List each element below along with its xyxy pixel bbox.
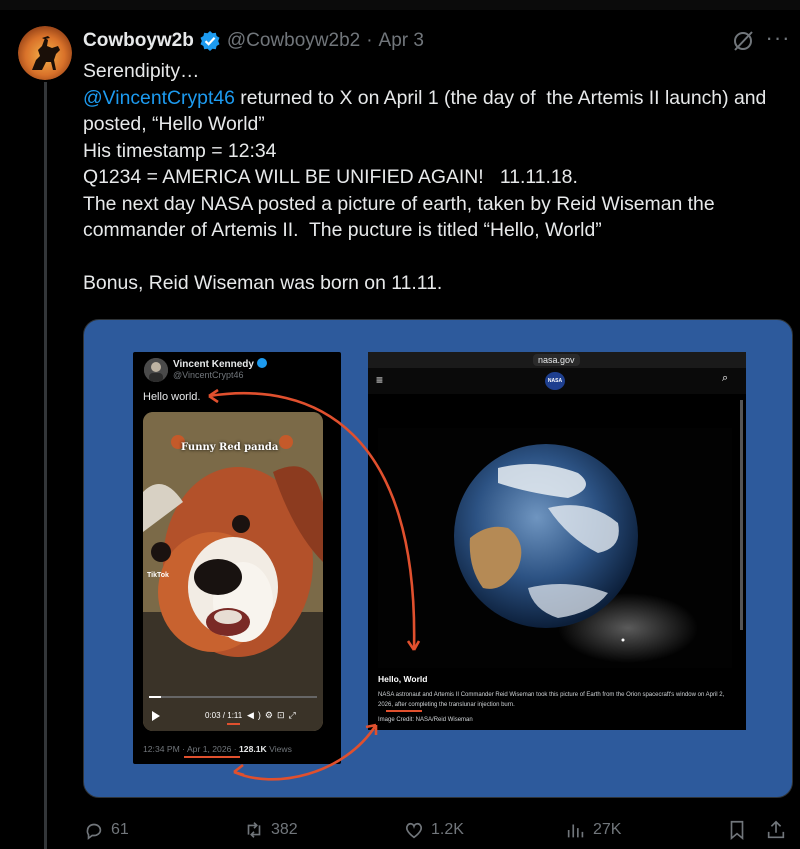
earth-photo	[378, 428, 732, 668]
tweet-text: Serendipity… @VincentCrypt46 returned to…	[83, 58, 788, 297]
text-line-4: Q1234 = AMERICA WILL BE UNIFIED AGAIN! 1…	[83, 166, 578, 188]
embedded-avatar	[144, 358, 168, 382]
repost-icon	[247, 822, 261, 838]
more-icon[interactable]: ···	[765, 27, 791, 53]
embedded-views-label: Views	[266, 744, 292, 754]
nasa-logo: NASA	[545, 372, 565, 390]
embedded-views-count: 128.1K	[239, 744, 267, 754]
underline-date-left	[184, 756, 240, 758]
video-time: 0:03 / 1:11	[205, 711, 243, 720]
grok-icon[interactable]	[731, 29, 755, 53]
bookmark-icon	[730, 820, 744, 841]
like-button[interactable]: 1.2K	[403, 817, 464, 843]
embedded-name-text: Vincent Kennedy	[173, 359, 254, 370]
tiktok-watermark: TikTok	[147, 572, 169, 579]
separator: ·	[366, 30, 373, 51]
tweet-date[interactable]: Apr 3	[379, 30, 424, 52]
avatar[interactable]	[18, 26, 72, 80]
embedded-verified-icon	[256, 358, 267, 368]
embedded-author-name: Vincent Kennedy	[173, 358, 267, 370]
nasa-image-description: NASA astronaut and Artemis II Commander …	[378, 692, 725, 708]
reply-button[interactable]: 61	[83, 817, 129, 843]
media-image[interactable]: Vincent Kennedy @VincentCrypt46 Hello wo…	[83, 319, 793, 798]
author-handle[interactable]: @Cowboyw2b2	[227, 30, 360, 52]
underline-duration	[227, 723, 240, 725]
red-panda-image	[143, 412, 323, 731]
embedded-tweet-screenshot: Vincent Kennedy @VincentCrypt46 Hello wo…	[133, 352, 341, 764]
tweet-page: Cowboyw2b @Cowboyw2b2 · Apr 3 ··· Serend…	[0, 0, 800, 849]
repost-button[interactable]: 382	[243, 817, 298, 843]
underline-date-right	[386, 710, 422, 712]
nasa-image-heading: Hello, World	[378, 674, 428, 684]
video-caption: Funny Red panda	[181, 442, 279, 453]
like-icon	[405, 822, 423, 839]
thread-line	[44, 82, 47, 849]
play-icon	[152, 711, 160, 721]
text-line-1: Serendipity…	[83, 60, 200, 82]
text-line-5: The next day NASA posted a picture of ea…	[83, 192, 721, 242]
bookmark-button[interactable]	[726, 817, 754, 843]
views-icon	[567, 824, 584, 838]
embedded-tweet-text: Hello world.	[143, 391, 201, 403]
author-name[interactable]: Cowboyw2b	[83, 30, 194, 52]
text-line-3: His timestamp = 12:34	[83, 139, 277, 162]
video-progress-fill	[149, 696, 161, 698]
search-icon: ⌕	[722, 372, 729, 384]
red-panda-video: Funny Red panda TikTok 0:03 / 1:11 ◀)⚙⊡⤢	[143, 412, 323, 731]
nasa-page-screenshot: nasa.gov ≡ NASA ⌕ Hello, World NASA astr…	[368, 352, 746, 730]
verified-badge-icon	[199, 30, 221, 52]
tweet-header: Cowboyw2b @Cowboyw2b2 · Apr 3	[83, 28, 424, 54]
tweet-actions: 61 382 1.2K 27K	[83, 817, 795, 843]
repost-count: 382	[271, 821, 298, 838]
browser-url-bar: nasa.gov	[368, 352, 746, 368]
browser-url: nasa.gov	[533, 354, 580, 366]
scrollbar	[740, 400, 743, 630]
share-button[interactable]	[765, 817, 793, 843]
video-progress-bar	[149, 696, 317, 698]
like-count: 1.2K	[431, 821, 464, 838]
reply-count: 61	[111, 821, 129, 838]
video-control-icons: ◀)⚙⊡⤢	[247, 710, 300, 720]
embedded-meta: 12:34 PM · Apr 1, 2026 · 128.1K Views	[143, 744, 292, 754]
views-button[interactable]: 27K	[565, 817, 621, 843]
embedded-meta-time: 12:34 PM · Apr 1, 2026 ·	[143, 744, 240, 754]
share-icon	[767, 820, 785, 839]
top-divider	[0, 0, 800, 10]
mention-link[interactable]: @VincentCrypt46	[83, 87, 235, 109]
nasa-image-credit: Image Credit: NASA/Reid Wiseman	[378, 717, 473, 723]
text-line-6: Bonus, Reid Wiseman was born on 11.11.	[83, 272, 443, 294]
menu-icon: ≡	[376, 373, 384, 387]
reply-icon	[86, 823, 102, 840]
embedded-handle: @VincentCrypt46	[173, 370, 244, 380]
views-count: 27K	[593, 821, 622, 838]
nasa-nav-bar: ≡ NASA ⌕	[368, 368, 746, 394]
